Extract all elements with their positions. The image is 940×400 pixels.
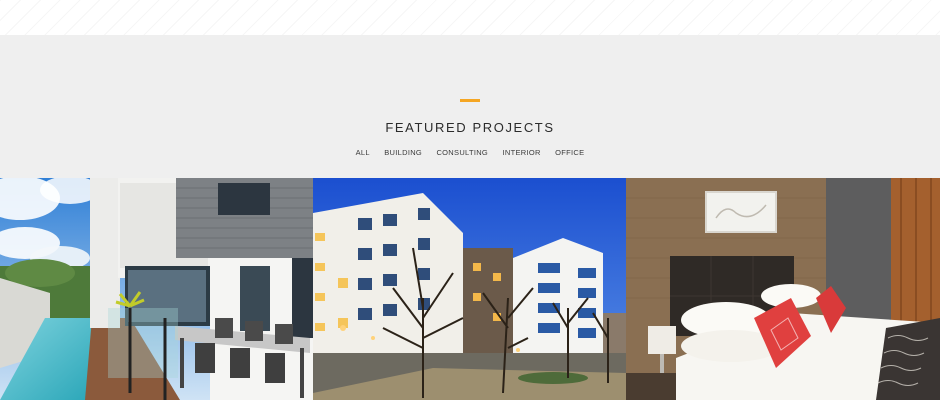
project-tile-apartments[interactable] [313,178,626,400]
apartments-image [313,178,626,400]
project-tile-bedroom[interactable] [626,178,940,400]
house-pool-image [0,178,313,400]
accent-bar [460,99,480,102]
top-pattern-strip [0,0,940,35]
filter-consulting[interactable]: CONSULTING [436,148,488,157]
filter-interior[interactable]: INTERIOR [502,148,540,157]
bedroom-image [626,178,940,400]
filter-all[interactable]: ALL [356,148,370,157]
filter-building[interactable]: BUILDING [384,148,422,157]
section-title: FEATURED PROJECTS [385,120,555,135]
project-tile-house-pool[interactable] [0,178,313,400]
featured-projects-section: FEATURED PROJECTS ALL BUILDING CONSULTIN… [0,35,940,178]
filter-office[interactable]: OFFICE [555,148,584,157]
project-gallery [0,178,940,400]
project-filter-nav: ALL BUILDING CONSULTING INTERIOR OFFICE [0,148,940,157]
